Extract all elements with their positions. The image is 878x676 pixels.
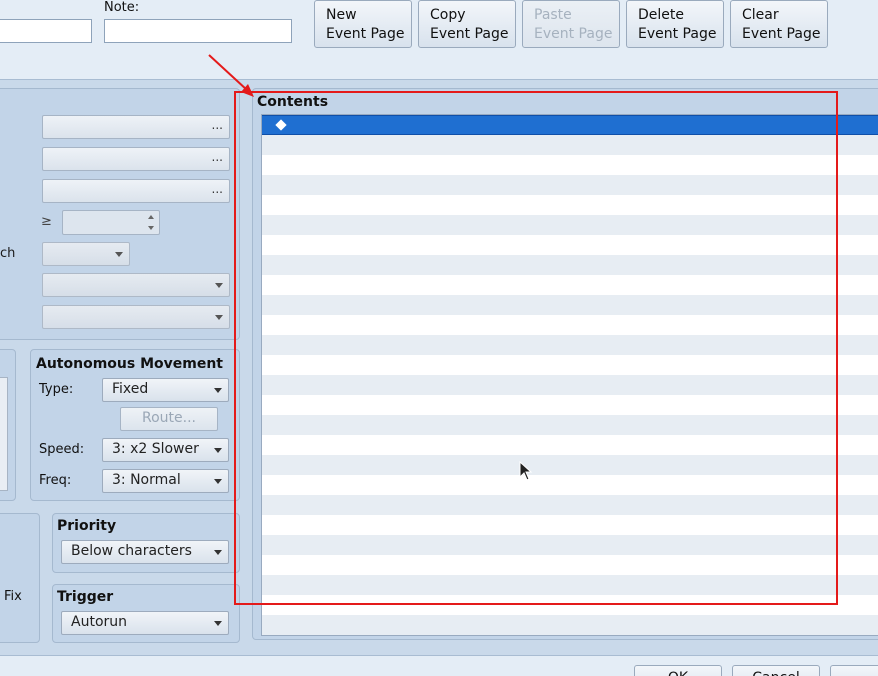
movement-type-label: Type: [39,382,74,397]
note-field[interactable] [104,19,292,43]
browse-icon: ... [211,118,223,132]
movement-speed-label: Speed: [39,442,85,457]
movement-type-select[interactable]: Fixed [102,378,229,402]
priority-title: Priority [57,518,117,534]
movement-freq-value: 3: Normal [112,472,181,488]
trigger-title: Trigger [57,589,114,605]
highlight-box [234,91,838,605]
chevron-down-icon [115,252,123,257]
list-item[interactable] [262,615,878,635]
delete-event-page-line1: Delete [638,7,684,23]
note-label: Note: [104,0,140,15]
condition-switch2-field[interactable]: ... [42,147,230,171]
chevron-down-icon [214,621,222,626]
event-name-field[interactable] [0,19,92,43]
paste-event-page-line2: Event Page [534,26,613,42]
trigger-value: Autorun [71,614,128,630]
trigger-select[interactable]: Autorun [61,611,229,635]
condition-switch1-field[interactable]: ... [42,115,230,139]
chevron-down-icon [215,283,223,288]
autonomous-movement-title: Autonomous Movement [36,356,223,372]
browse-icon: ... [211,182,223,196]
image-preview[interactable] [0,377,8,491]
annotation-arrow-icon [208,54,254,97]
chevron-down-icon [214,388,222,393]
apply-button[interactable] [830,665,878,676]
condition-variable-field[interactable]: ... [42,179,230,203]
delete-event-page-line2: Event Page [638,26,717,42]
mouse-cursor-icon [519,461,533,481]
copy-event-page-line2: Event Page [430,26,509,42]
chevron-down-icon [215,315,223,320]
copy-event-page-button[interactable]: Copy Event Page [418,0,516,48]
priority-select[interactable]: Below characters [61,540,229,564]
greater-equal-symbol: ≥ [41,214,52,229]
chevron-down-icon [214,479,222,484]
movement-freq-select[interactable]: 3: Normal [102,469,229,493]
paste-event-page-button[interactable]: Paste Event Page [522,0,620,48]
movement-speed-select[interactable]: 3: x2 Slower [102,438,229,462]
spin-up-icon[interactable] [148,215,154,219]
movement-freq-label: Freq: [39,473,72,488]
item-condition-select[interactable] [42,273,230,297]
new-event-page-line2: Event Page [326,26,405,42]
variable-value-spinner[interactable] [62,210,160,235]
browse-icon: ... [211,150,223,164]
actor-condition-select[interactable] [42,305,230,329]
new-event-page-button[interactable]: New Event Page [314,0,412,48]
movement-speed-value: 3: x2 Slower [112,441,199,457]
clear-event-page-line1: Clear [742,7,779,23]
direction-fix-label: Fix [4,589,22,604]
options-panel [0,513,40,643]
chevron-down-icon [214,448,222,453]
clear-event-page-line2: Event Page [742,26,821,42]
clear-event-page-button[interactable]: Clear Event Page [730,0,828,48]
copy-event-page-line1: Copy [430,7,466,23]
spin-down-icon[interactable] [148,226,154,230]
chevron-down-icon [214,550,222,555]
cancel-button[interactable]: Cancel [732,665,820,676]
ok-button[interactable]: OK [634,665,722,676]
delete-event-page-button[interactable]: Delete Event Page [626,0,724,48]
self-switch-label: ch [0,246,16,261]
self-switch-select[interactable] [42,242,130,266]
priority-value: Below characters [71,543,192,559]
paste-event-page-line1: Paste [534,7,572,23]
new-event-page-line1: New [326,7,357,23]
route-button[interactable]: Route... [120,407,218,431]
movement-type-value: Fixed [112,381,149,397]
